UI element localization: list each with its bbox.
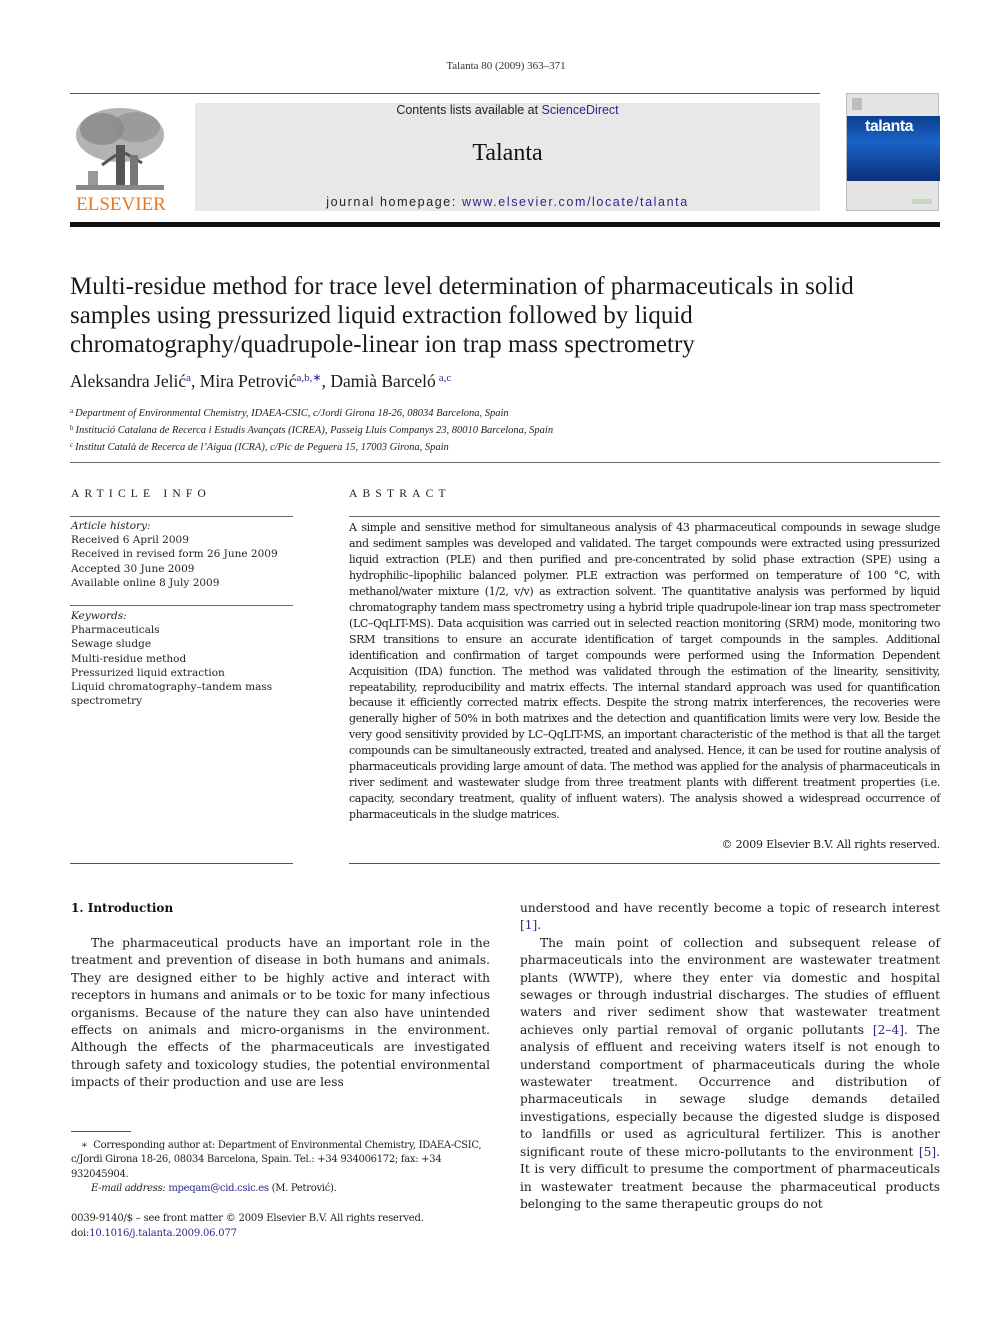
footnote-marker: ∗ — [81, 1140, 88, 1151]
abstract-text: A simple and sensitive method for simult… — [349, 521, 940, 822]
publisher-wordmark: ELSEVIER — [76, 194, 166, 215]
footnote-email: E-mail address: mpeqam@cid.csic.es (M. P… — [71, 1182, 491, 1196]
top-rule — [70, 93, 820, 94]
divider — [349, 863, 940, 864]
history-item: Received in revised form 26 June 2009 — [71, 548, 278, 561]
divider — [70, 462, 940, 463]
journal-name: Talanta — [472, 140, 543, 166]
article-title: Multi-residue method for trace level det… — [70, 273, 854, 358]
affiliation: c Institut Català de Recerca de l’Aigua (… — [70, 438, 553, 455]
paragraph-text: The main point of collection and subsequ… — [520, 935, 940, 1037]
footnote-rule — [71, 1131, 131, 1132]
sciencedirect-link[interactable]: ScienceDirect — [542, 103, 619, 117]
footnote-body: ∗ Corresponding author at: Department of… — [71, 1139, 491, 1182]
body-column-left: The pharmaceutical products have an impo… — [71, 935, 490, 1092]
email-label: E-mail address: — [91, 1182, 169, 1194]
keyword: Liquid chromatography–tandem mass spectr… — [71, 681, 273, 708]
affiliation: b Institució Catalana de Recerca i Estudi… — [70, 421, 553, 438]
affiliation-key: c — [70, 441, 74, 449]
divider — [70, 863, 293, 864]
cover-publisher-icon — [852, 98, 862, 110]
divider — [70, 516, 293, 517]
journal-cover[interactable]: talanta — [846, 93, 940, 211]
history-item: Available online 8 July 2009 — [71, 576, 220, 589]
keywords-label: Keywords: — [71, 610, 127, 622]
contents-prefix: Contents lists available at — [396, 103, 542, 117]
doi-label: doi: — [71, 1228, 90, 1239]
history-item: Received 6 April 2009 — [71, 534, 189, 547]
paragraph: The pharmaceutical products have an impo… — [71, 936, 490, 1090]
author-separator: , — [191, 371, 200, 391]
affiliation-key: a — [70, 407, 74, 415]
body-column-right: understood and have recently become a to… — [520, 900, 940, 1213]
abstract-heading: ABSTRACT — [349, 488, 451, 500]
paragraph-text: understood and have recently become a to… — [520, 901, 940, 915]
paragraph: understood and have recently become a to… — [520, 901, 940, 933]
citation-link[interactable]: [5] — [919, 1145, 936, 1159]
keyword: Multi-residue method — [71, 652, 187, 665]
affiliation: a Department of Environmental Chemistry, … — [70, 404, 553, 421]
author-name[interactable]: Aleksandra Jelić — [70, 371, 186, 391]
header-rule — [70, 222, 940, 227]
homepage-link[interactable]: www.elsevier.com/locate/talanta — [462, 195, 689, 209]
author-list: Aleksandra Jelića, Mira Petrovića,b,∗, D… — [70, 371, 451, 392]
author-affil-sup[interactable]: a,b,∗ — [297, 372, 322, 384]
divider — [70, 605, 293, 606]
article-info-heading: ARTICLE INFO — [71, 488, 211, 500]
email-suffix: (M. Petrović). — [268, 1182, 337, 1194]
citation-link[interactable]: [1] — [520, 918, 537, 932]
corresponding-author-footnote: ∗ Corresponding author at: Department of… — [71, 1139, 491, 1196]
paragraph: The main point of collection and subsequ… — [520, 935, 940, 1214]
footnote-text: Corresponding author at: Department of E… — [71, 1140, 482, 1180]
author-name[interactable]: Damià Barceló — [330, 371, 435, 391]
author-affil-sup: a,c — [438, 372, 452, 384]
history-item: Accepted 30 June 2009 — [71, 562, 195, 575]
affiliation-text: Institut Català de Recerca de l’Aigua (I… — [75, 442, 449, 453]
affiliation-text: Institució Catalana de Recerca i Estudis… — [75, 425, 554, 436]
keyword: Pharmaceuticals — [71, 624, 160, 637]
journal-homepage: journal homepage: www.elsevier.com/locat… — [195, 195, 820, 209]
section-heading-introduction: 1. Introduction — [71, 901, 174, 915]
issn-line: 0039-9140/$ – see front matter © 2009 El… — [71, 1213, 424, 1224]
citation-link[interactable]: [2–4] — [873, 1023, 904, 1037]
email-link[interactable]: mpeqam@cid.csic.es — [168, 1183, 269, 1194]
front-matter: 0039-9140/$ – see front matter © 2009 El… — [71, 1211, 424, 1241]
doi-link[interactable]: 10.1016/j.talanta.2009.06.077 — [89, 1228, 237, 1239]
running-head: Talanta 80 (2009) 363–371 — [446, 60, 566, 72]
keyword: Pressurized liquid extraction — [71, 666, 225, 679]
cover-title: talanta — [865, 118, 914, 135]
keywords: Keywords: Pharmaceuticals Sewage sludge … — [71, 609, 293, 708]
tree-icon — [76, 108, 164, 190]
author-name[interactable]: Mira Petrović — [200, 371, 297, 391]
affiliation-key: b — [70, 424, 74, 432]
paragraph-text: . The analysis of effluent and receiving… — [520, 1022, 940, 1159]
history-label: Article history: — [71, 520, 151, 532]
keyword: Sewage sludge — [71, 638, 152, 651]
divider — [349, 516, 940, 517]
contents-line: Contents lists available at ScienceDirec… — [195, 103, 820, 117]
elsevier-logo[interactable]: ELSEVIER — [70, 103, 172, 215]
cover-footer-icon — [912, 199, 932, 204]
affiliation-list: a Department of Environmental Chemistry, … — [70, 404, 553, 455]
doi-line: doi:10.1016/j.talanta.2009.06.077 — [71, 1226, 424, 1241]
affiliation-text: Department of Environmental Chemistry, I… — [75, 408, 509, 419]
homepage-prefix: journal homepage: — [326, 195, 463, 209]
article-history: Article history: Received 6 April 2009 R… — [71, 519, 278, 590]
abstract-copyright: © 2009 Elsevier B.V. All rights reserved… — [721, 838, 941, 851]
